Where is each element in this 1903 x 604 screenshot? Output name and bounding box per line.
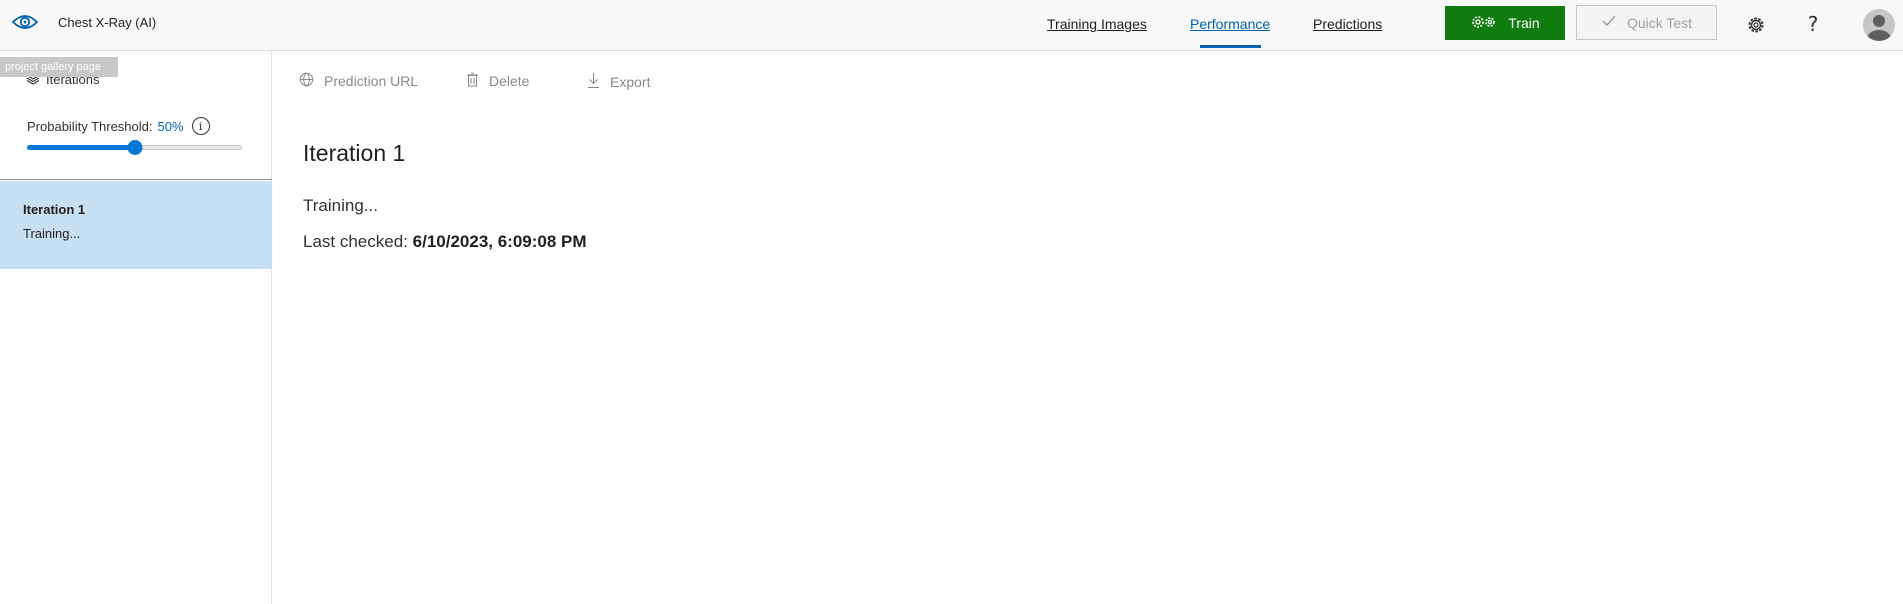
prediction-url-label: Prediction URL bbox=[324, 73, 419, 89]
info-icon[interactable]: i bbox=[191, 117, 210, 135]
slider-fill bbox=[27, 145, 135, 150]
trash-icon bbox=[466, 72, 479, 90]
threshold-label-text: Probability Threshold: bbox=[27, 118, 153, 134]
nav-training-images[interactable]: Training Images bbox=[1047, 16, 1147, 32]
iteration-list-item[interactable]: Iteration 1 Training... bbox=[0, 181, 272, 269]
threshold-value: 50% bbox=[157, 118, 184, 134]
tooltip: project gallery page bbox=[0, 57, 118, 77]
delete-label: Delete bbox=[489, 73, 530, 89]
iteration-name: Iteration 1 bbox=[23, 202, 86, 217]
quick-test-button[interactable]: Quick Test bbox=[1576, 5, 1717, 40]
download-icon bbox=[587, 72, 600, 92]
slider-thumb[interactable] bbox=[127, 140, 142, 155]
iteration-status: Training... bbox=[23, 226, 81, 241]
training-status: Training... bbox=[303, 196, 378, 215]
sidebar: Iterations Probability Threshold: 50% i … bbox=[0, 51, 272, 604]
last-checked-label: Last checked: bbox=[303, 232, 408, 251]
train-button[interactable]: Train bbox=[1445, 6, 1565, 40]
gears-icon bbox=[1470, 14, 1498, 33]
iteration-title: Iteration 1 bbox=[303, 140, 406, 166]
eye-logo-icon[interactable] bbox=[11, 9, 39, 35]
delete-button[interactable]: Delete bbox=[466, 72, 529, 90]
sidebar-divider bbox=[0, 179, 272, 180]
active-tab-indicator bbox=[1200, 45, 1261, 48]
user-avatar-icon[interactable] bbox=[1862, 8, 1896, 42]
prediction-url-button[interactable]: Prediction URL bbox=[299, 72, 418, 90]
top-bar: Chest X-Ray (AI) Training Images Perform… bbox=[0, 0, 1903, 51]
last-checked: Last checked: 6/10/2023, 6:09:08 PM bbox=[303, 232, 587, 252]
checkmark-icon bbox=[1601, 14, 1617, 31]
help-icon[interactable]: ? bbox=[1802, 10, 1824, 38]
settings-gear-icon[interactable] bbox=[1744, 13, 1768, 37]
probability-threshold-label: Probability Threshold: 50% i bbox=[27, 117, 210, 135]
globe-icon bbox=[299, 72, 314, 90]
nav-predictions[interactable]: Predictions bbox=[1313, 16, 1382, 32]
app-title: Chest X-Ray (AI) bbox=[58, 15, 157, 30]
probability-threshold-slider[interactable] bbox=[27, 138, 242, 156]
last-checked-value: 6/10/2023, 6:09:08 PM bbox=[412, 232, 587, 251]
train-label: Train bbox=[1508, 15, 1540, 31]
quick-test-label: Quick Test bbox=[1626, 14, 1693, 31]
export-button[interactable]: Export bbox=[587, 72, 650, 92]
export-label: Export bbox=[610, 74, 651, 90]
nav-performance[interactable]: Performance bbox=[1190, 16, 1270, 32]
